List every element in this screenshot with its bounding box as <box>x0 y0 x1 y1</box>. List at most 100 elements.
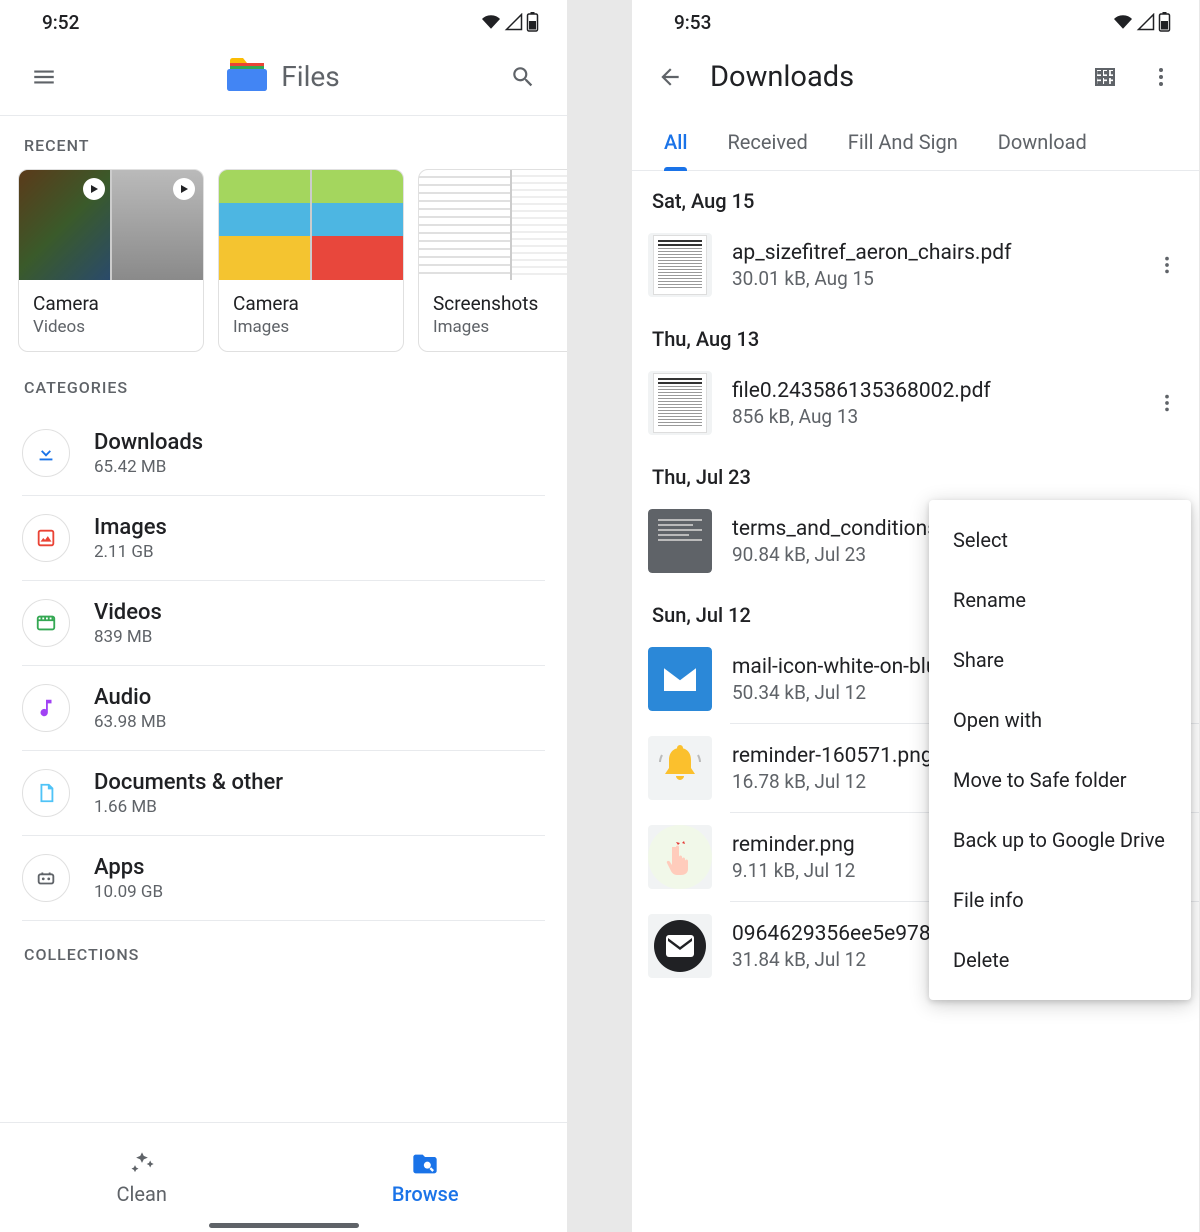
menu-item-open-with[interactable]: Open with <box>929 690 1191 750</box>
battery-icon <box>1158 12 1171 32</box>
file-thumbnail <box>648 825 712 889</box>
nav-browse-label: Browse <box>392 1182 459 1206</box>
doc-icon <box>22 769 70 817</box>
recent-card-sub: Images <box>233 317 389 337</box>
status-bar: 9:53 <box>632 0 1199 38</box>
menu-item-back-up-to-google-drive[interactable]: Back up to Google Drive <box>929 810 1191 870</box>
category-size: 2.11 GB <box>94 542 167 562</box>
recent-card-title: Camera <box>33 292 189 315</box>
more-vert-icon <box>1156 254 1178 276</box>
recent-card[interactable]: Screenshots Images <box>418 169 567 352</box>
category-video[interactable]: Videos 839 MB <box>22 581 545 666</box>
overflow-menu-button[interactable] <box>1137 53 1185 101</box>
menu-item-rename[interactable]: Rename <box>929 570 1191 630</box>
recent-card-sub: Videos <box>33 317 189 337</box>
clean-icon <box>128 1150 156 1178</box>
tab-fill-and-sign[interactable]: Fill And Sign <box>828 116 978 170</box>
recent-card-title: Camera <box>233 292 389 315</box>
more-vert-icon <box>1149 65 1173 89</box>
signal-icon <box>504 13 524 31</box>
play-icon <box>89 184 99 194</box>
file-meta: 30.01 kB, Aug 15 <box>732 267 1127 290</box>
audio-icon <box>22 684 70 732</box>
browse-icon <box>411 1150 439 1178</box>
file-name: ap_sizefitref_aeron_chairs.pdf <box>732 241 1127 265</box>
category-download[interactable]: Downloads 65.42 MB <box>22 411 545 496</box>
hamburger-icon <box>31 64 57 90</box>
image-icon <box>22 514 70 562</box>
arrow-back-icon <box>657 64 683 90</box>
menu-item-select[interactable]: Select <box>929 510 1191 570</box>
play-icon <box>179 184 189 194</box>
apps-icon <box>22 854 70 902</box>
recent-card[interactable]: Camera Videos <box>18 169 204 352</box>
category-audio[interactable]: Audio 63.98 MB <box>22 666 545 751</box>
category-title: Apps <box>94 855 163 880</box>
recent-card[interactable]: Camera Images <box>218 169 404 352</box>
file-meta: 856 kB, Aug 13 <box>732 405 1127 428</box>
status-bar: 9:52 <box>0 0 567 38</box>
category-title: Documents & other <box>94 770 283 795</box>
file-row[interactable]: file0.243586135368002.pdf 856 kB, Aug 13 <box>632 359 1199 447</box>
category-apps[interactable]: Apps 10.09 GB <box>22 836 545 921</box>
menu-item-delete[interactable]: Delete <box>929 930 1191 990</box>
file-more-button[interactable] <box>1147 383 1187 423</box>
file-thumbnail <box>648 371 712 435</box>
menu-item-move-to-safe-folder[interactable]: Move to Safe folder <box>929 750 1191 810</box>
menu-item-share[interactable]: Share <box>929 630 1191 690</box>
category-size: 839 MB <box>94 627 162 647</box>
file-thumbnail <box>648 914 712 978</box>
category-title: Images <box>94 515 167 540</box>
bottom-nav: Clean Browse <box>0 1122 567 1232</box>
nav-clean[interactable]: Clean <box>0 1123 284 1232</box>
signal-icon <box>1136 13 1156 31</box>
hamburger-menu-button[interactable] <box>20 53 68 101</box>
date-header: Thu, Aug 13 <box>632 309 1199 359</box>
tabs: All Received Fill And Sign Download <box>632 116 1199 171</box>
file-thumbnail <box>648 233 712 297</box>
search-button[interactable] <box>499 53 547 101</box>
category-size: 63.98 MB <box>94 712 166 732</box>
video-icon <box>22 599 70 647</box>
status-icons <box>480 12 539 32</box>
file-thumbnail <box>648 736 712 800</box>
recent-card-title: Screenshots <box>433 292 567 315</box>
category-title: Videos <box>94 600 162 625</box>
nav-handle[interactable] <box>209 1223 359 1228</box>
grid-icon <box>1093 65 1117 89</box>
nav-clean-label: Clean <box>117 1182 167 1206</box>
category-title: Downloads <box>94 430 203 455</box>
category-size: 1.66 MB <box>94 797 283 817</box>
tab-received[interactable]: Received <box>707 116 827 170</box>
status-icons <box>1112 12 1171 32</box>
status-time: 9:53 <box>674 11 711 34</box>
wifi-icon <box>1112 13 1134 31</box>
recent-card-sub: Images <box>433 317 567 337</box>
wifi-icon <box>480 13 502 31</box>
tab-download[interactable]: Download <box>978 116 1107 170</box>
categories-section-label: CATEGORIES <box>0 358 567 411</box>
download-icon <box>22 429 70 477</box>
status-time: 9:52 <box>42 11 79 34</box>
category-title: Audio <box>94 685 166 710</box>
page-title: Downloads <box>702 60 1073 94</box>
more-vert-icon <box>1156 392 1178 414</box>
nav-browse[interactable]: Browse <box>284 1123 568 1232</box>
category-doc[interactable]: Documents & other 1.66 MB <box>22 751 545 836</box>
app-bar: Files <box>0 38 567 116</box>
file-row[interactable]: ap_sizefitref_aeron_chairs.pdf 30.01 kB,… <box>632 221 1199 309</box>
category-image[interactable]: Images 2.11 GB <box>22 496 545 581</box>
menu-item-file-info[interactable]: File info <box>929 870 1191 930</box>
view-grid-button[interactable] <box>1081 53 1129 101</box>
back-button[interactable] <box>646 53 694 101</box>
collections-section-label: COLLECTIONS <box>0 921 567 978</box>
app-bar: Downloads <box>632 38 1199 116</box>
battery-icon <box>526 12 539 32</box>
tab-all[interactable]: All <box>644 116 707 170</box>
files-logo-icon <box>227 58 267 96</box>
file-thumbnail <box>648 509 712 573</box>
app-title: Files <box>281 60 339 93</box>
file-name: file0.243586135368002.pdf <box>732 379 1127 403</box>
file-more-button[interactable] <box>1147 245 1187 285</box>
category-size: 65.42 MB <box>94 457 203 477</box>
